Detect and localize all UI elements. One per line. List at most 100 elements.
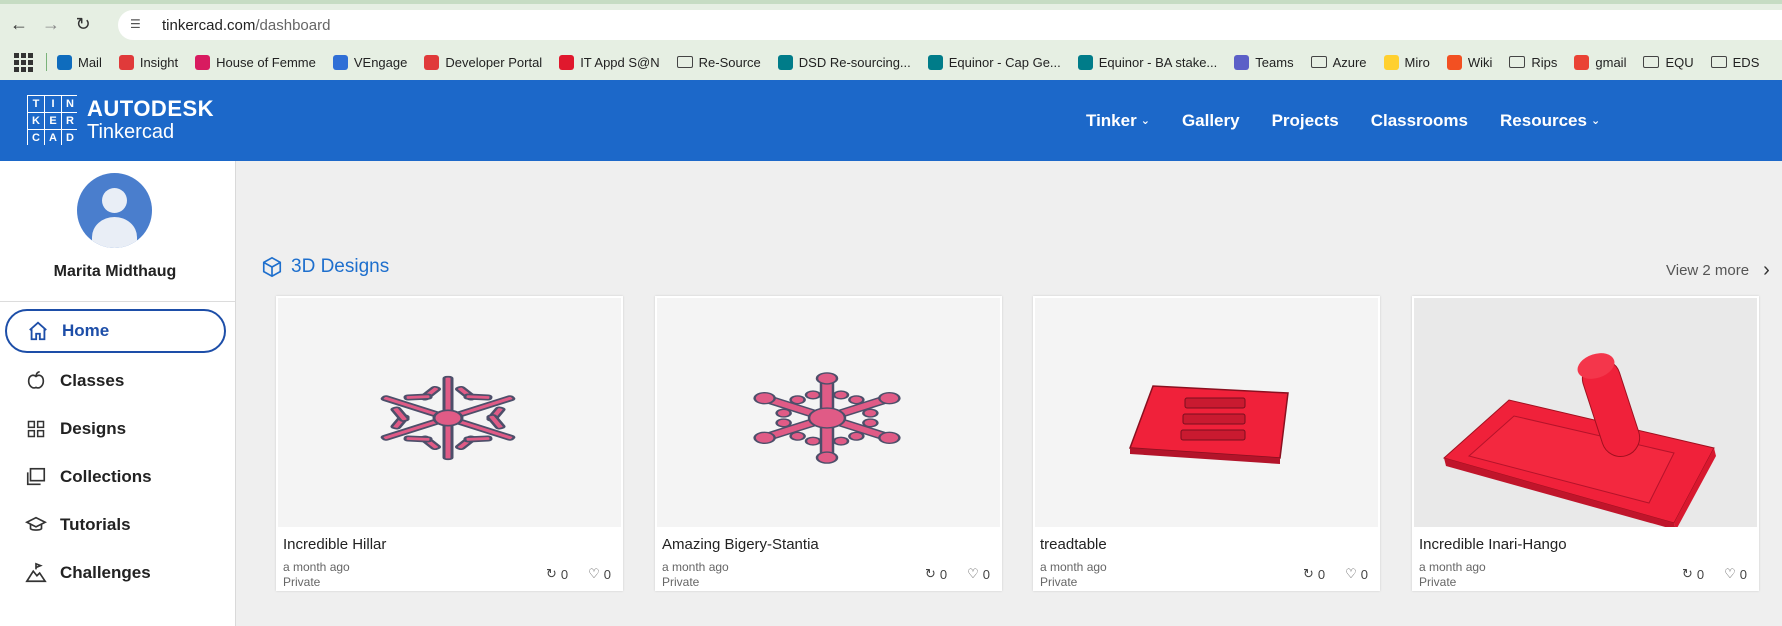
favicon-icon <box>927 54 943 70</box>
chevron-down-icon: ⌄ <box>1140 115 1150 127</box>
bookmark-item[interactable]: Equinor - Cap Ge... <box>927 54 1061 70</box>
favicon-icon <box>559 54 575 70</box>
bookmark-item[interactable]: IT Appd S@N <box>559 54 660 70</box>
bookmark-item[interactable]: Miro <box>1383 54 1430 70</box>
nav-classrooms[interactable]: Classrooms <box>1371 111 1468 131</box>
bookmark-item[interactable]: Rips <box>1509 55 1557 70</box>
folder-icon <box>1710 56 1727 68</box>
bookmark-label: Equinor - Cap Ge... <box>948 54 1061 70</box>
bookmark-label: gmail <box>1595 54 1627 70</box>
bookmark-label: Re-Source <box>698 54 761 70</box>
heart-icon[interactable]: ♡ <box>1724 566 1736 582</box>
bookmark-label: Developer Portal <box>445 54 543 70</box>
nav-resources[interactable]: Resources ⌄ <box>1500 111 1600 131</box>
favicon-icon <box>332 54 348 70</box>
bookmark-item[interactable]: Equinor - BA stake... <box>1077 54 1217 70</box>
brand-name: AUTODESK <box>87 96 215 121</box>
url-host: tinkercad.com <box>162 16 256 34</box>
bookmark-label: Rips <box>1531 54 1558 70</box>
sidebar-item-designs[interactable]: Designs <box>0 405 235 453</box>
favicon-icon <box>118 54 134 70</box>
bookmark-item[interactable]: gmail <box>1574 54 1627 70</box>
apple-icon <box>24 369 48 393</box>
view-more-link[interactable]: View 2 more › <box>1666 259 1770 282</box>
bookmark-item[interactable]: Re-Source <box>676 54 761 70</box>
bookmark-item[interactable]: DSD Re-sourcing... <box>777 54 911 70</box>
address-bar[interactable]: ☰ tinkercad.com/dashboard <box>118 10 1782 40</box>
bookmark-item[interactable]: Insight <box>118 54 178 70</box>
design-name[interactable]: Incredible Inari-Hango <box>1419 536 1567 553</box>
reload-icon[interactable]: ↻ <box>70 11 96 37</box>
favicon-icon <box>424 54 440 70</box>
bookmarks-divider <box>46 53 47 71</box>
bookmark-label: EDS <box>1732 54 1760 70</box>
bookmark-label: Teams <box>1255 54 1294 70</box>
bookmark-item[interactable]: House of Femme <box>195 54 316 70</box>
nav-gallery[interactable]: Gallery <box>1182 111 1240 131</box>
nav-tinker[interactable]: Tinker ⌄ <box>1086 111 1150 131</box>
sidebar-item-classes[interactable]: Classes <box>0 357 235 405</box>
folder-icon <box>676 56 693 68</box>
design-card[interactable]: Incredible Inari-Hango a month ago Priva… <box>1412 296 1759 591</box>
design-name[interactable]: Incredible Hillar <box>283 536 386 553</box>
url-path: /dashboard <box>255 16 331 34</box>
sidebar-item-home[interactable]: Home <box>5 309 226 353</box>
favicon-icon <box>57 54 72 70</box>
sidebar: Marita Midthaug Home Classes Designs Col… <box>0 161 236 626</box>
design-stats: ↻ 0 ♡ 0 <box>924 566 990 582</box>
design-name[interactable]: treadtable <box>1040 536 1107 553</box>
design-card[interactable]: Amazing Bigery-Stantia a month ago Priva… <box>655 296 1002 591</box>
design-time: a month ago <box>662 560 729 574</box>
section-title-3d-designs[interactable]: 3D Designs <box>261 256 389 278</box>
design-time: a month ago <box>1419 560 1486 574</box>
bookmark-item[interactable]: Azure <box>1310 55 1367 70</box>
design-thumbnail[interactable] <box>657 298 1000 527</box>
bookmark-label: EQU <box>1665 54 1694 70</box>
design-card[interactable]: Incredible Hillar a month ago Private ↻ 0… <box>276 296 623 591</box>
chevron-down-icon: ⌄ <box>1590 115 1601 127</box>
favicon-icon <box>777 54 793 70</box>
remix-icon: ↻ <box>545 566 557 581</box>
bookmark-item[interactable]: EQU <box>1643 54 1694 70</box>
heart-icon[interactable]: ♡ <box>1345 566 1357 582</box>
sidebar-divider <box>0 301 235 302</box>
design-privacy: Private <box>1419 575 1457 589</box>
bookmark-item[interactable]: VEngage <box>332 54 407 70</box>
back-arrow-icon[interactable]: ← <box>6 11 32 37</box>
sidebar-item-collections[interactable]: Collections <box>0 453 235 501</box>
design-thumbnail[interactable] <box>1414 298 1757 527</box>
forward-arrow-icon[interactable]: → <box>38 11 64 37</box>
bookmark-item[interactable]: EDS <box>1710 54 1760 70</box>
tinkercad-logo[interactable]: TIN KER CAD AUTODESK Tinkercad <box>27 95 215 146</box>
bookmark-label: Mail <box>78 54 102 70</box>
bookmark-label: DSD Re-sourcing... <box>798 54 911 70</box>
design-time: a month ago <box>283 560 350 574</box>
design-thumbnail[interactable] <box>278 298 621 527</box>
site-info-icon[interactable]: ☰ <box>130 17 150 33</box>
sidebar-item-tutorials[interactable]: Tutorials <box>0 501 235 549</box>
nav-projects[interactable]: Projects <box>1272 111 1339 131</box>
apps-grid-icon[interactable] <box>12 51 34 73</box>
heart-icon[interactable]: ♡ <box>588 566 600 582</box>
bookmark-item[interactable]: Mail <box>57 54 102 70</box>
graduation-cap-icon <box>24 513 48 537</box>
browser-toolbar: ← → ↻ ☰ tinkercad.com/dashboard <box>0 0 1782 44</box>
bookmark-label: Miro <box>1404 54 1430 70</box>
sidebar-menu: Home Classes Designs Collections Tutoria… <box>0 309 235 597</box>
bookmark-label: IT Appd S@N <box>580 54 660 70</box>
design-stats: ↻ 0 ♡ 0 <box>1681 566 1747 582</box>
design-time: a month ago <box>1040 560 1107 574</box>
collections-icon <box>24 465 48 489</box>
sidebar-item-challenges[interactable]: Challenges <box>0 549 235 597</box>
design-card[interactable]: treadtable a month ago Private ↻ 0 ♡ 0 <box>1033 296 1380 591</box>
bookmark-item[interactable]: Developer Portal <box>424 54 543 70</box>
avatar[interactable] <box>77 173 152 248</box>
favicon-icon <box>1234 54 1250 70</box>
bookmark-item[interactable]: Teams <box>1234 54 1294 70</box>
folder-icon <box>1643 56 1660 68</box>
bookmark-item[interactable]: Wiki <box>1446 54 1492 70</box>
heart-icon[interactable]: ♡ <box>967 566 979 582</box>
design-name[interactable]: Amazing Bigery-Stantia <box>662 536 819 553</box>
design-thumbnail[interactable] <box>1035 298 1378 527</box>
main-content: 3D Designs View 2 more › Incredible Hill… <box>237 161 1782 626</box>
